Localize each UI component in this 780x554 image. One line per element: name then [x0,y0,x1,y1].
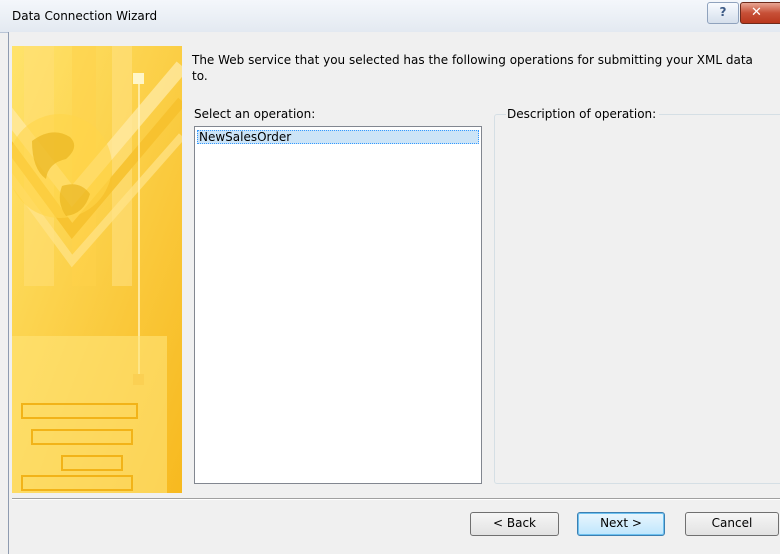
back-button[interactable]: < Back [470,512,559,536]
wizard-side-image [12,46,182,493]
decorative-globe-document-art [12,46,182,493]
close-icon: ✕ [751,5,762,20]
description-label: Description of operation: [506,107,660,121]
window-title: Data Connection Wizard [12,9,158,23]
title-bar: Data Connection Wizard ? ✕ [0,0,780,33]
operations-listbox[interactable]: NewSalesOrder [194,126,482,484]
description-groupbox [494,114,780,484]
intro-text: The Web service that you selected has th… [192,53,753,83]
next-button[interactable]: Next > [577,512,665,536]
help-button[interactable]: ? [707,2,739,24]
operation-item-newsalesorder[interactable]: NewSalesOrder [197,130,479,144]
cancel-button[interactable]: Cancel [685,512,779,536]
footer-separator [12,498,780,500]
help-icon: ? [719,5,727,19]
select-operation-label: Select an operation: [194,107,316,121]
close-button[interactable]: ✕ [740,2,780,24]
